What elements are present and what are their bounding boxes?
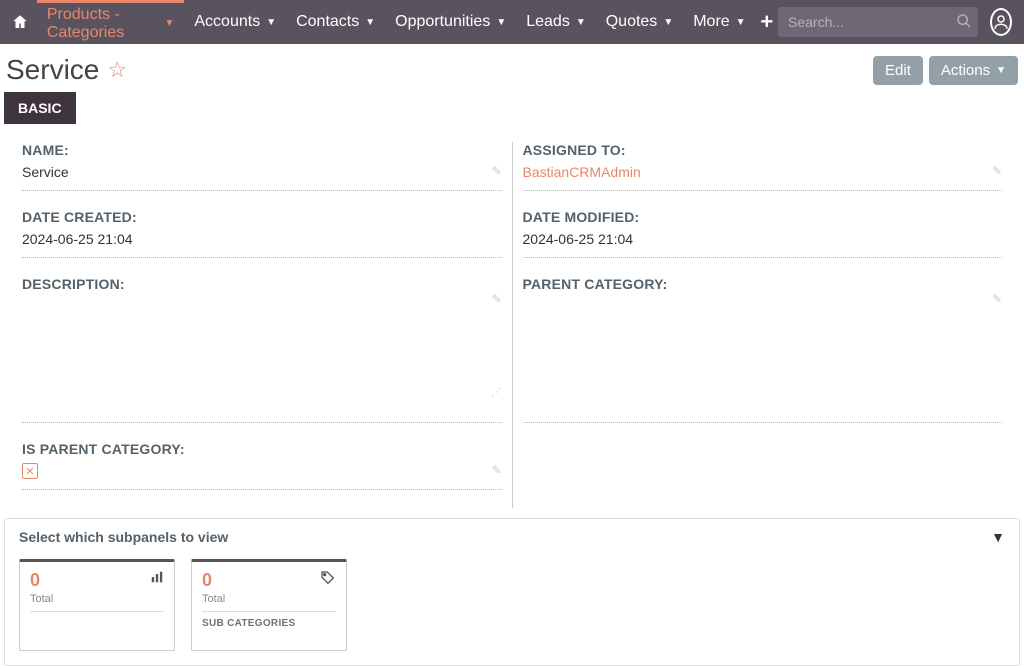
resize-handle-icon[interactable]: ⋰	[492, 387, 502, 398]
nav-item-label: Opportunities	[395, 13, 490, 31]
subpanel-title: Select which subpanels to view	[19, 529, 228, 545]
subpanel-cards: 0 Total 0 Total SUB CATEGORIES	[19, 559, 1005, 651]
field-value: Service	[22, 164, 502, 180]
edit-pencil-icon[interactable]: ✎	[992, 292, 1002, 306]
field-value: 2024-06-25 21:04	[523, 231, 1003, 247]
subpanel-toggle-icon[interactable]: ▼	[991, 529, 1005, 545]
nav-item-label: Leads	[526, 13, 570, 31]
search-input[interactable]	[778, 7, 978, 37]
field-label: NAME:	[22, 142, 502, 158]
page-title: Service	[6, 54, 99, 86]
subpanel-card-subcategories[interactable]: 0 Total SUB CATEGORIES	[191, 559, 347, 651]
detail-right-col: ASSIGNED TO: BastianCRMAdmin ✎ DATE MODI…	[513, 142, 1003, 508]
chevron-down-icon: ▼	[365, 17, 375, 28]
edit-pencil-icon[interactable]: ✎	[491, 463, 501, 477]
description-textarea[interactable]: ✎ ⋰	[22, 292, 502, 412]
navbar: Products - Categories ▼ Accounts ▼ Conta…	[0, 0, 1024, 44]
card-count: 0	[202, 570, 336, 591]
subpanel-card[interactable]: 0 Total	[19, 559, 175, 651]
nav-opportunities[interactable]: Opportunities ▼	[385, 0, 516, 44]
tab-bar: BASIC	[0, 92, 1024, 124]
field-label: DATE MODIFIED:	[523, 209, 1003, 225]
field-is-parent: IS PARENT CATEGORY: ✕ ✎	[22, 441, 502, 490]
search-container	[778, 7, 978, 37]
nav-quotes[interactable]: Quotes ▼	[596, 0, 684, 44]
chevron-down-icon: ▼	[164, 18, 174, 29]
card-total: Total	[30, 593, 164, 605]
search-icon[interactable]	[956, 13, 972, 32]
field-date-modified: DATE MODIFIED: 2024-06-25 21:04	[523, 209, 1003, 258]
tab-basic[interactable]: BASIC	[4, 92, 76, 124]
field-label: DATE CREATED:	[22, 209, 502, 225]
edit-button-label: Edit	[885, 62, 911, 79]
edit-button[interactable]: Edit	[873, 56, 923, 85]
subpanel-header: Select which subpanels to view ▼	[19, 529, 1005, 545]
field-date-created: DATE CREATED: 2024-06-25 21:04	[22, 209, 502, 258]
assigned-user-link[interactable]: BastianCRMAdmin	[523, 164, 1003, 180]
title-bar: Service ☆ Edit Actions ▼	[0, 44, 1024, 92]
nav-item-label: Contacts	[296, 13, 359, 31]
field-assigned-to: ASSIGNED TO: BastianCRMAdmin ✎	[523, 142, 1003, 191]
actions-button-label: Actions	[941, 62, 990, 79]
nav-item-label: Accounts	[194, 13, 260, 31]
field-name: NAME: Service ✎	[22, 142, 502, 191]
tab-label: BASIC	[18, 100, 62, 116]
quick-create-button[interactable]: +	[756, 9, 778, 35]
chevron-down-icon: ▼	[663, 17, 673, 28]
favorite-star-icon[interactable]: ☆	[107, 57, 127, 83]
unchecked-icon: ✕	[22, 463, 38, 479]
tag-icon	[320, 570, 336, 589]
actions-button[interactable]: Actions ▼	[929, 56, 1018, 85]
chevron-down-icon: ▼	[736, 17, 746, 28]
card-count: 0	[30, 570, 164, 591]
nav-products-categories[interactable]: Products - Categories ▼	[37, 0, 185, 44]
field-label: ASSIGNED TO:	[523, 142, 1003, 158]
parent-category-value: ✎	[523, 292, 1003, 412]
field-label: PARENT CATEGORY:	[523, 276, 1003, 292]
nav-leads[interactable]: Leads ▼	[516, 0, 596, 44]
card-total: Total	[202, 593, 336, 605]
home-icon[interactable]	[4, 0, 37, 44]
nav-contacts[interactable]: Contacts ▼	[286, 0, 385, 44]
chevron-down-icon: ▼	[576, 17, 586, 28]
chevron-down-icon: ▼	[996, 65, 1006, 76]
user-avatar[interactable]	[990, 8, 1012, 36]
nav-item-label: Products - Categories	[47, 6, 159, 42]
bar-chart-icon	[150, 570, 164, 587]
subpanel-section: Select which subpanels to view ▼ 0 Total…	[4, 518, 1020, 666]
field-value: 2024-06-25 21:04	[22, 231, 502, 247]
nav-item-label: More	[693, 13, 729, 31]
nav-item-label: Quotes	[606, 13, 658, 31]
nav-more[interactable]: More ▼	[683, 0, 755, 44]
chevron-down-icon: ▼	[496, 17, 506, 28]
chevron-down-icon: ▼	[266, 17, 276, 28]
field-label: IS PARENT CATEGORY:	[22, 441, 502, 457]
field-parent-category: PARENT CATEGORY: ✎	[523, 276, 1003, 423]
edit-pencil-icon[interactable]: ✎	[491, 292, 501, 306]
edit-pencil-icon[interactable]: ✎	[992, 164, 1002, 178]
card-name: SUB CATEGORIES	[202, 618, 336, 629]
field-label: DESCRIPTION:	[22, 276, 502, 292]
nav-accounts[interactable]: Accounts ▼	[184, 0, 286, 44]
detail-panel: NAME: Service ✎ DATE CREATED: 2024-06-25…	[0, 124, 1024, 518]
field-description: DESCRIPTION: ✎ ⋰	[22, 276, 502, 423]
detail-left-col: NAME: Service ✎ DATE CREATED: 2024-06-25…	[22, 142, 513, 508]
edit-pencil-icon[interactable]: ✎	[491, 164, 501, 178]
